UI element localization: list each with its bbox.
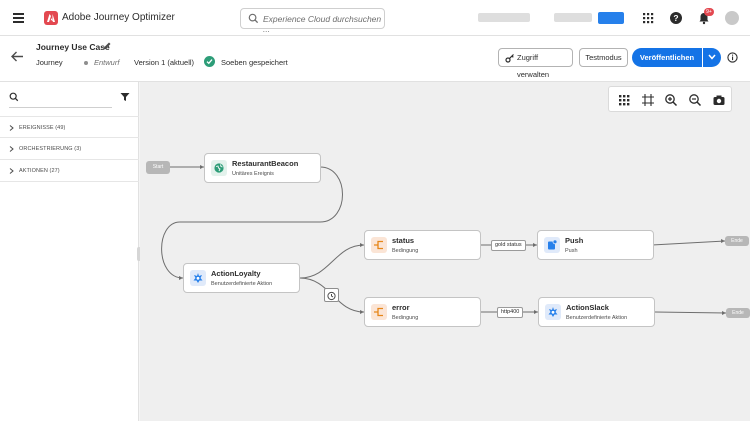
node-subtitle: Bedingung xyxy=(392,315,419,321)
zoom-in-icon[interactable] xyxy=(664,93,678,107)
node-title: RestaurantBeacon xyxy=(232,159,299,168)
push-notification-icon xyxy=(544,237,560,253)
node-title: Push xyxy=(565,236,584,245)
node-title: ActionLoyalty xyxy=(211,269,261,278)
node-subtitle: Benutzerdefinierte Aktion xyxy=(211,281,273,287)
grid-view-icon[interactable] xyxy=(617,93,631,107)
custom-action-icon xyxy=(190,270,206,286)
connection-loyalty-status xyxy=(299,244,365,279)
connection-beacon-loyalty xyxy=(161,166,343,279)
end-marker-slack: Ende xyxy=(726,308,750,318)
condition-branch-icon xyxy=(371,304,387,320)
journey-connections xyxy=(161,165,727,315)
event-globe-icon xyxy=(211,160,227,176)
node-title: ActionSlack xyxy=(566,303,609,312)
node-title: status xyxy=(392,236,415,245)
node-push[interactable]: Push Push xyxy=(537,230,654,260)
connection-slack-end xyxy=(654,311,727,314)
condition-branch-icon xyxy=(371,237,387,253)
camera-icon[interactable] xyxy=(712,93,726,107)
node-subtitle: Unitäres Ereignis xyxy=(232,171,274,177)
node-restaurant-beacon[interactable]: RestaurantBeacon Unitäres Ereignis xyxy=(204,153,321,183)
node-action-loyalty[interactable]: ActionLoyalty Benutzerdefinierte Aktion xyxy=(183,263,300,293)
node-subtitle: Benutzerdefinierte Aktion xyxy=(566,315,628,321)
canvas-toolbar xyxy=(608,86,732,112)
zoom-out-icon[interactable] xyxy=(688,93,702,107)
node-subtitle: Push xyxy=(565,248,578,254)
edge-label-gold-status[interactable]: gold status xyxy=(491,240,526,251)
custom-action-icon xyxy=(545,304,561,320)
end-marker-push: Ende xyxy=(725,236,749,246)
start-marker: Start xyxy=(146,161,170,174)
node-condition-error[interactable]: error Bedingung xyxy=(364,297,481,327)
node-action-slack[interactable]: ActionSlack Benutzerdefinierte Aktion xyxy=(538,297,655,327)
node-condition-status[interactable]: status Bedingung xyxy=(364,230,481,260)
fit-to-screen-icon[interactable] xyxy=(641,93,655,107)
node-subtitle: Bedingung xyxy=(392,248,419,254)
connection-push-end xyxy=(651,240,726,246)
node-title: error xyxy=(392,303,410,312)
edge-label-http400[interactable]: http400 xyxy=(497,307,524,318)
timeout-clock-icon[interactable] xyxy=(324,288,339,302)
